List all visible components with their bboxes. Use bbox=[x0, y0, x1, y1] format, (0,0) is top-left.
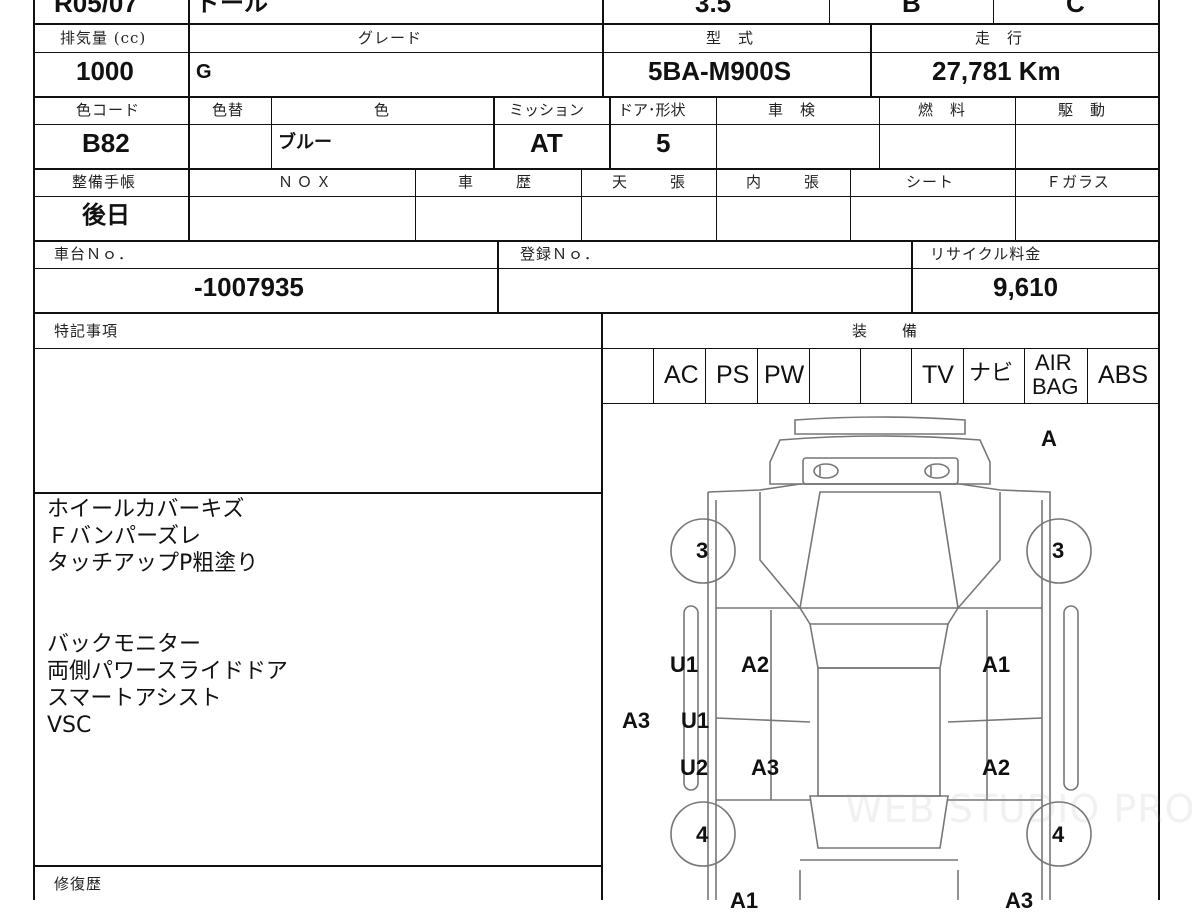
damage-tire-rear-left: 4 bbox=[696, 822, 709, 847]
car-damage-diagram bbox=[670, 416, 1092, 900]
damage-front: A bbox=[1041, 426, 1057, 451]
damage-a1-right-door: A1 bbox=[982, 652, 1011, 677]
damage-a2-right-door: A2 bbox=[982, 755, 1011, 780]
damage-tire-front-right: 3 bbox=[1052, 538, 1065, 563]
damage-a2-left-door: A2 bbox=[741, 652, 770, 677]
damage-a3-left-door: A3 bbox=[751, 755, 780, 780]
damage-bottom-left-partial: A1 bbox=[730, 888, 759, 913]
damage-bottom-right-partial: A3 bbox=[1005, 888, 1034, 913]
damage-a3-left: A3 bbox=[622, 708, 651, 733]
damage-tire-front-left: 3 bbox=[696, 538, 709, 563]
damage-u1-left: U1 bbox=[670, 652, 699, 677]
damage-u2-left: U2 bbox=[680, 755, 709, 780]
damage-u1-left-lower: U1 bbox=[681, 708, 710, 733]
watermark: WEB STUDIO PRO bbox=[845, 787, 1196, 831]
